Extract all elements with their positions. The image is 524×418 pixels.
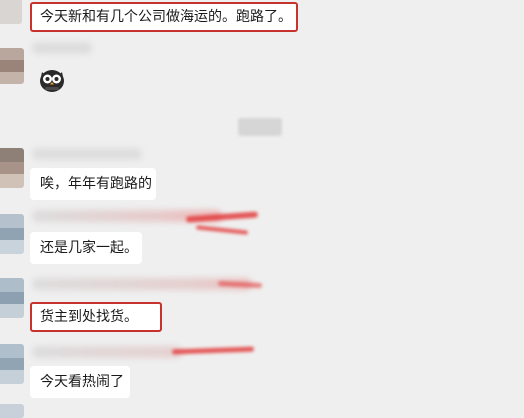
chat-window: 今天新和有几个公司做海运的。跑路了。 唉，年年有跑路的 还是几家一起。 货主到处… bbox=[0, 0, 524, 418]
avatar[interactable] bbox=[0, 278, 24, 318]
avatar[interactable] bbox=[0, 344, 24, 384]
message-bubble[interactable]: 货主到处找货。 bbox=[30, 302, 162, 332]
message-bubble[interactable]: 还是几家一起。 bbox=[30, 232, 142, 264]
avatar[interactable] bbox=[0, 404, 24, 418]
owl-sticker-icon[interactable] bbox=[38, 66, 66, 94]
avatar[interactable] bbox=[0, 0, 22, 24]
message-text: 今天看热闹了 bbox=[40, 374, 124, 390]
avatar[interactable] bbox=[0, 214, 24, 254]
sender-name-blurred bbox=[32, 346, 182, 358]
redaction-scribble bbox=[171, 346, 255, 355]
message-text: 今天新和有几个公司做海运的。跑路了。 bbox=[40, 9, 292, 25]
sender-name-blurred bbox=[32, 148, 142, 160]
avatar[interactable] bbox=[0, 148, 24, 188]
sender-name-blurred bbox=[32, 42, 92, 54]
redaction-scribble bbox=[195, 225, 249, 235]
message-bubble[interactable]: 今天看热闹了 bbox=[30, 366, 130, 398]
message-text: 唉，年年有跑路的 bbox=[40, 176, 152, 192]
message-text: 还是几家一起。 bbox=[40, 240, 138, 256]
message-bubble[interactable]: 唉，年年有跑路的 bbox=[30, 168, 156, 200]
message-bubble[interactable]: 今天新和有几个公司做海运的。跑路了。 bbox=[30, 2, 298, 32]
timestamp-blurred bbox=[238, 118, 282, 136]
message-text: 货主到处找货。 bbox=[40, 309, 138, 325]
avatar[interactable] bbox=[0, 48, 24, 84]
